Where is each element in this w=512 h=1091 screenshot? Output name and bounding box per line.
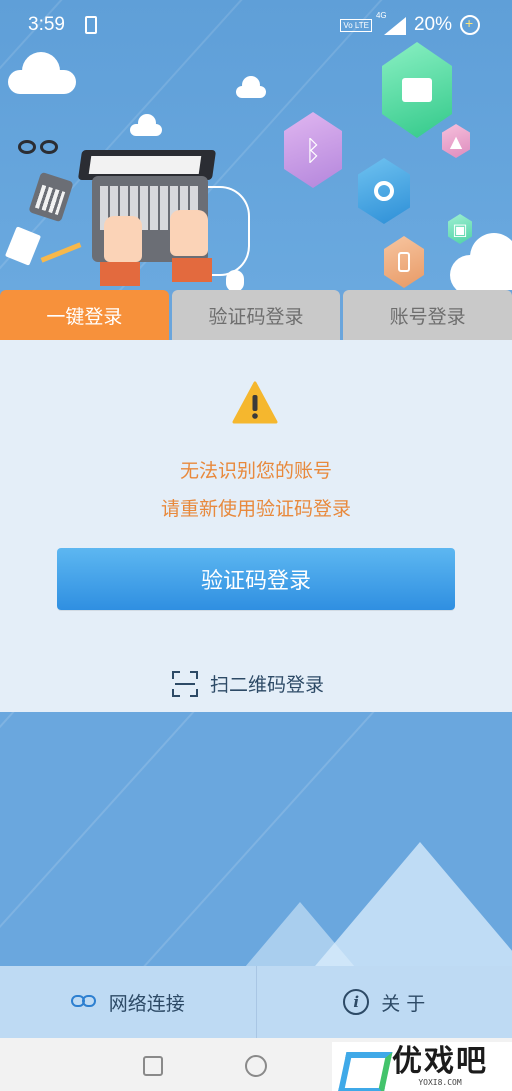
scan-qr-login-link[interactable]: 扫二维码登录 xyxy=(172,670,324,697)
recent-apps-button[interactable] xyxy=(143,1056,163,1076)
login-panel: 无法识别您的账号 请重新使用验证码登录 验证码登录 扫二维码登录 xyxy=(0,340,512,712)
signal-icon: 4G xyxy=(376,11,406,35)
network-connection-label: 网络连接 xyxy=(108,992,185,1015)
rocket-icon: ▲ xyxy=(442,124,470,158)
sim-icon xyxy=(85,16,97,34)
hand-left xyxy=(104,216,142,262)
tab-verification-code-login[interactable]: 验证码登录 xyxy=(171,290,341,340)
calculator-icon xyxy=(28,171,74,223)
header-illustration: ᛒ ▲ ▣ 3:59 Vo LTE 4G 20% xyxy=(0,0,512,290)
cloud-decoration xyxy=(236,76,266,98)
cloud-decoration xyxy=(8,52,76,94)
error-message-line2: 请重新使用验证码登录 xyxy=(160,498,351,520)
sleeve-right xyxy=(172,258,212,282)
bluetooth-icon: ᛒ xyxy=(284,112,342,188)
mountain-decoration xyxy=(190,902,410,966)
phone-icon xyxy=(384,236,424,288)
info-icon: i xyxy=(343,989,370,1015)
login-tabs: 一键登录 验证码登录 账号登录 xyxy=(0,290,512,340)
watermark-logo-icon xyxy=(340,1046,386,1088)
status-time: 3:59 xyxy=(28,14,65,35)
site-watermark: 优戏吧 YOXI8.COM xyxy=(332,1042,512,1091)
cloud-decoration xyxy=(130,114,162,136)
volte-icon: Vo LTE xyxy=(340,18,372,32)
notepad-icon xyxy=(4,226,42,266)
pencil-icon xyxy=(40,242,82,263)
battery-saver-icon xyxy=(460,15,480,35)
background-decoration xyxy=(0,712,512,966)
warning-icon xyxy=(232,381,278,424)
battery-percent: 20% xyxy=(413,14,452,35)
about-label: 关 于 xyxy=(381,992,426,1015)
folder-icon xyxy=(382,42,452,138)
sleeve-left xyxy=(100,262,140,286)
gift-icon: ▣ xyxy=(448,214,472,244)
hand-right xyxy=(170,210,208,256)
link-icon xyxy=(70,995,97,1009)
screen: ᛒ ▲ ▣ 3:59 Vo LTE 4G 20% 一键登录 验证码登录 账号登录 xyxy=(0,0,512,1091)
about-button[interactable]: i 关 于 xyxy=(257,966,512,1038)
verification-code-login-button[interactable]: 验证码登录 xyxy=(57,548,455,610)
watermark-title: 优戏吧 xyxy=(392,1044,488,1079)
network-connection-button[interactable]: 网络连接 xyxy=(0,966,256,1038)
mouse-cable xyxy=(206,186,250,276)
scan-qr-login-label: 扫二维码登录 xyxy=(210,674,325,696)
glasses-icon xyxy=(18,140,62,158)
disc-icon xyxy=(358,158,410,224)
tab-account-login[interactable]: 账号登录 xyxy=(343,290,512,340)
status-bar: 3:59 Vo LTE 4G 20% xyxy=(0,0,512,52)
scan-icon xyxy=(172,670,198,697)
tab-one-click-login[interactable]: 一键登录 xyxy=(0,290,169,340)
mouse-icon xyxy=(226,270,244,290)
watermark-url: YOXI8.COM xyxy=(418,1078,462,1087)
error-message-line1: 无法识别您的账号 xyxy=(179,460,332,482)
bottom-toolbar: 网络连接 i 关 于 xyxy=(0,966,512,1038)
home-button[interactable] xyxy=(245,1055,267,1077)
status-indicators: Vo LTE 4G 20% xyxy=(340,11,480,36)
cloud-decoration xyxy=(450,233,512,290)
